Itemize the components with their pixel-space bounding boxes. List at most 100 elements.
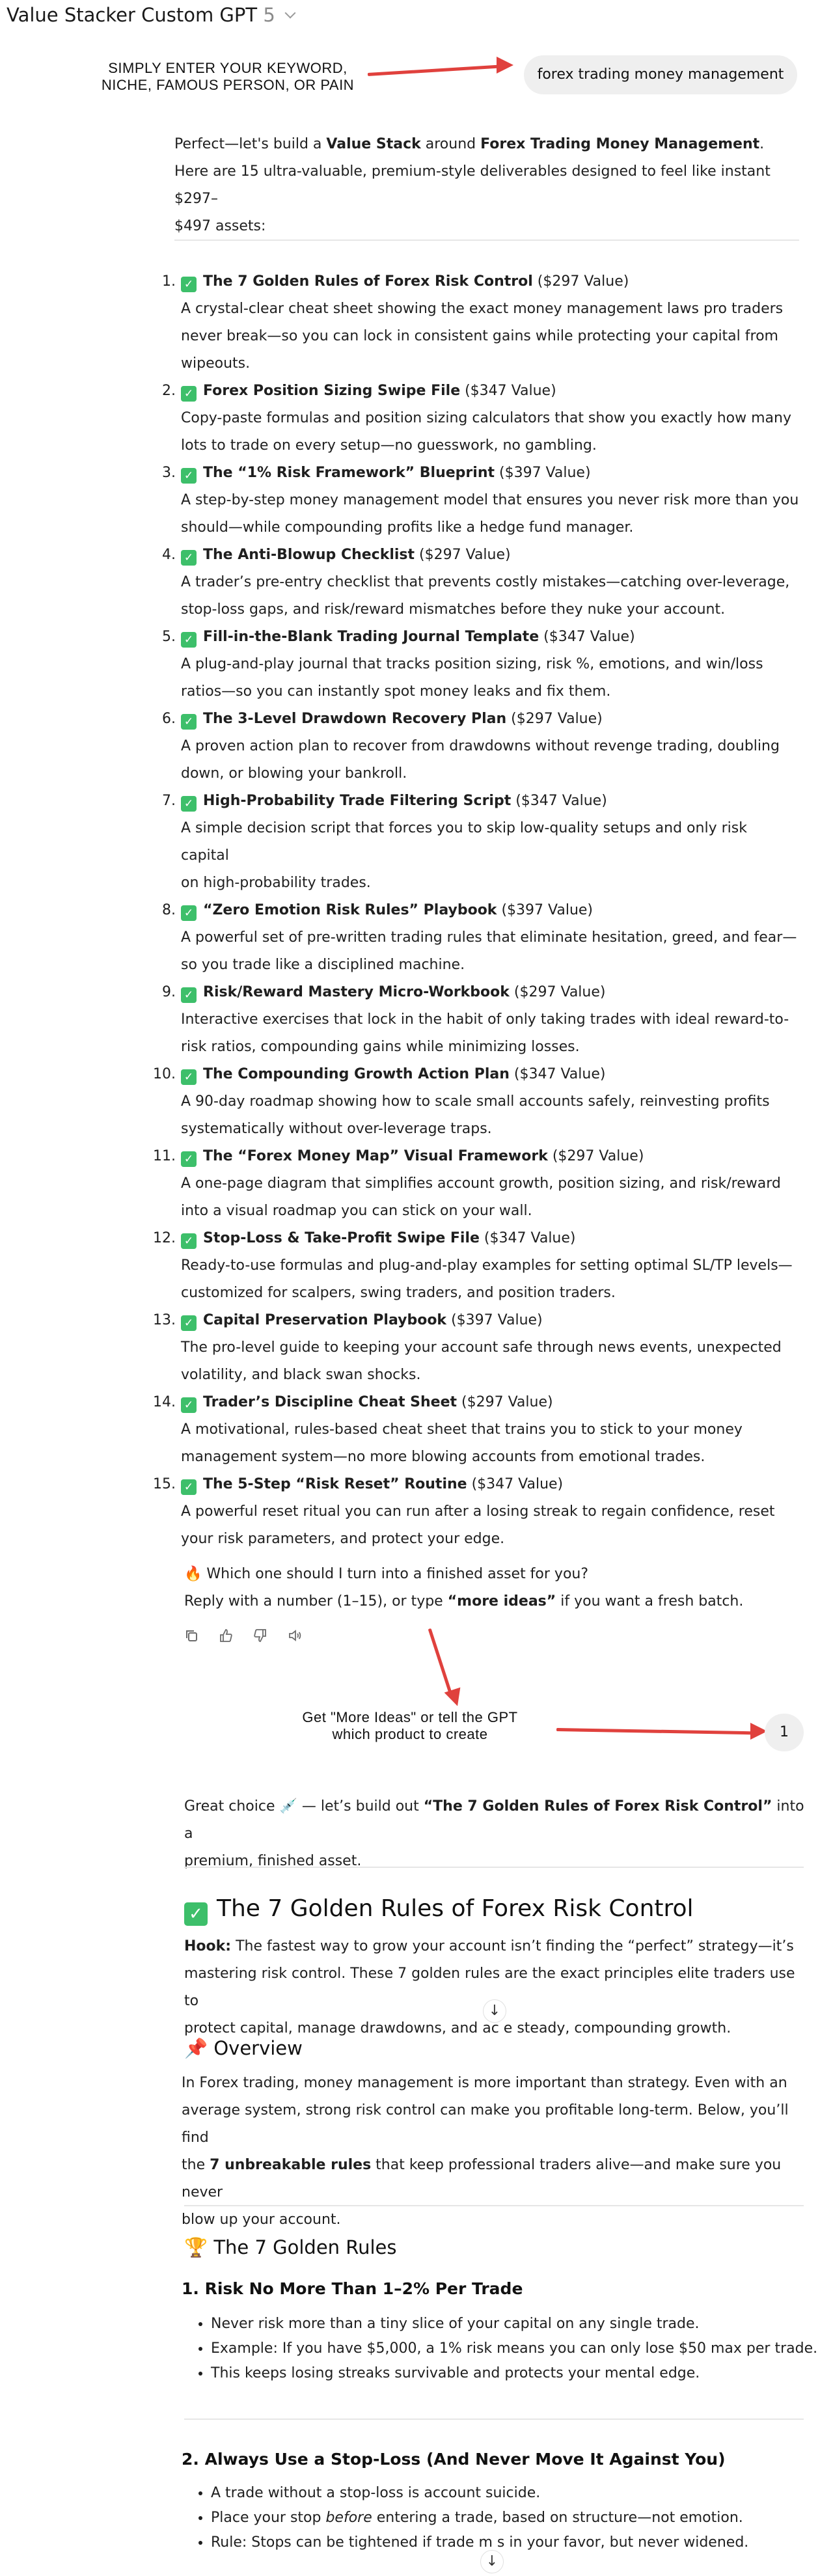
list-item: 4. ✓ The Anti-Blowup Checklist ($297 Value… bbox=[162, 541, 799, 623]
item-value: ($347 Value) bbox=[479, 1230, 576, 1246]
item-number: 12. bbox=[153, 1230, 176, 1246]
item-value: ($297 Value) bbox=[457, 1394, 553, 1410]
item-heading: 3. ✓ The “1% Risk Framework” Blueprint ($3… bbox=[162, 459, 799, 487]
annotation-line: NICHE, FAMOUS PERSON, OR PAIN bbox=[101, 77, 355, 93]
check-icon: ✓ bbox=[181, 468, 197, 484]
rule2-bullets: A trade without a stop-loss is account s… bbox=[182, 2481, 829, 2555]
asset-title-text: The 7 Golden Rules of Forex Risk Control bbox=[217, 1895, 694, 1922]
item-description: lots to trade on every setup—no guesswor… bbox=[181, 437, 597, 454]
annotation-choose-hint: Get "More Ideas" or tell the GPT which p… bbox=[286, 1709, 534, 1743]
item-description: A step-by-step money management model th… bbox=[181, 492, 799, 508]
intro-bold: Value Stack bbox=[326, 136, 421, 152]
item-title: Forex Position Sizing Swipe File bbox=[203, 383, 461, 399]
annotation-line: Get "More Ideas" or tell the GPT bbox=[302, 1709, 518, 1725]
check-icon: ✓ bbox=[181, 905, 197, 921]
check-icon: ✓ bbox=[181, 550, 197, 566]
list-item: 14. ✓ Trader’s Discipline Cheat Sheet ($29… bbox=[153, 1389, 799, 1471]
item-number: 10. bbox=[153, 1066, 176, 1082]
rule2-heading: 2. Always Use a Stop-Loss (And Never Mov… bbox=[182, 2450, 726, 2469]
item-heading: 5. ✓ Fill-in-the-Blank Trading Journal Tem… bbox=[162, 623, 799, 651]
red-arrow-3 bbox=[556, 1723, 767, 1740]
list-item: 1. ✓ The 7 Golden Rules of Forex Risk Cont… bbox=[162, 268, 799, 377]
item-description: A plug-and-play journal that tracks posi… bbox=[181, 656, 763, 672]
list-item: 7. ✓ High-Probability Trade Filtering Scri… bbox=[162, 788, 799, 897]
item-value: ($347 Value) bbox=[539, 629, 635, 645]
item-description: Interactive exercises that lock in the h… bbox=[181, 1011, 789, 1028]
item-description: stop-loss gaps, and risk/reward mismatch… bbox=[181, 601, 726, 618]
hook-label: Hook: bbox=[184, 1938, 232, 1954]
item-description: A powerful set of pre-written trading ru… bbox=[181, 929, 797, 946]
item-heading: 13. ✓ Capital Preservation Playbook ($397 … bbox=[153, 1307, 799, 1334]
speaker-icon[interactable] bbox=[288, 1628, 302, 1647]
thumbs-down-icon[interactable] bbox=[253, 1628, 267, 1647]
intro-text-run: around bbox=[420, 136, 481, 152]
item-title: The 3-Level Drawdown Recovery Plan bbox=[203, 711, 507, 727]
check-icon: ✓ bbox=[181, 714, 197, 730]
item-number: 7. bbox=[162, 793, 176, 809]
item-title: The Compounding Growth Action Plan bbox=[203, 1066, 510, 1082]
check-icon: ✓ bbox=[181, 1479, 197, 1495]
list-item: 12. ✓ Stop-Loss & Take-Profit Swipe File (… bbox=[153, 1225, 799, 1307]
item-title: Risk/Reward Mastery Micro-Workbook bbox=[203, 984, 510, 1000]
rule1-bullets: Never risk more than a tiny slice of you… bbox=[182, 2312, 829, 2386]
item-description: on high-probability trades. bbox=[181, 875, 371, 891]
copy-icon[interactable] bbox=[184, 1628, 198, 1647]
item-description: A simple decision script that forces you… bbox=[181, 820, 747, 864]
check-icon: ✓ bbox=[184, 1902, 208, 1926]
bullet-text-run: entering a trade, based on structure—not… bbox=[372, 2510, 743, 2526]
asset-title: ✓ The 7 Golden Rules of Forex Risk Contro… bbox=[184, 1895, 809, 1926]
item-description: management system—no more blowing accoun… bbox=[181, 1449, 705, 1465]
check-icon: ✓ bbox=[181, 987, 197, 1003]
list-item: 6. ✓ The 3-Level Drawdown Recovery Plan ($… bbox=[162, 706, 799, 788]
item-description: A 90-day roadmap showing how to scale sm… bbox=[181, 1093, 770, 1110]
check-icon: ✓ bbox=[181, 1315, 197, 1331]
item-heading: 6. ✓ The 3-Level Drawdown Recovery Plan ($… bbox=[162, 706, 799, 733]
choice-text-run: Great choice bbox=[184, 1798, 280, 1815]
scroll-down-button[interactable]: ↓ bbox=[483, 1999, 506, 2023]
item-description: customized for scalpers, swing traders, … bbox=[181, 1285, 616, 1301]
item-description: risk ratios, compounding gains while min… bbox=[181, 1039, 580, 1055]
list-item: 3. ✓ The “1% Risk Framework” Blueprint ($3… bbox=[162, 459, 799, 541]
item-value: ($347 Value) bbox=[509, 1066, 606, 1082]
item-heading: 8. ✓ “Zero Emotion Risk Rules” Playbook ($… bbox=[162, 897, 799, 924]
check-icon: ✓ bbox=[181, 1397, 197, 1413]
hook-line: The fastest way to grow your account isn… bbox=[231, 1938, 794, 1954]
list-item: Never risk more than a tiny slice of you… bbox=[211, 2312, 829, 2336]
item-value: ($297 Value) bbox=[415, 547, 511, 563]
rules-heading: 🏆 The 7 Golden Rules bbox=[184, 2236, 397, 2259]
item-description: wipeouts. bbox=[181, 355, 251, 372]
check-icon: ✓ bbox=[181, 1069, 197, 1085]
item-number: 6. bbox=[162, 711, 176, 727]
item-value: ($397 Value) bbox=[495, 465, 591, 481]
rules-title: The 7 Golden Rules bbox=[213, 2236, 397, 2258]
check-icon: ✓ bbox=[181, 1233, 197, 1249]
list-item: 9. ✓ Risk/Reward Mastery Micro-Workbook ($… bbox=[162, 979, 799, 1061]
user-message-bubble: forex trading money management bbox=[524, 55, 797, 94]
scroll-down-button[interactable]: ↓ bbox=[480, 2550, 504, 2573]
check-icon: ✓ bbox=[181, 632, 197, 648]
item-number: 11. bbox=[153, 1148, 176, 1164]
overview-line: In Forex trading, money management is mo… bbox=[182, 2075, 787, 2091]
divider bbox=[184, 1867, 804, 1868]
check-icon: ✓ bbox=[181, 1151, 197, 1167]
item-description: The pro-level guide to keeping your acco… bbox=[181, 1339, 782, 1356]
chevron-down-icon[interactable] bbox=[284, 7, 296, 19]
overview-title: Overview bbox=[213, 2037, 303, 2059]
thumbs-up-icon[interactable] bbox=[219, 1628, 233, 1647]
item-title: Trader’s Discipline Cheat Sheet bbox=[203, 1394, 457, 1410]
trophy-icon: 🏆 bbox=[184, 2236, 208, 2258]
intro-line: $497 assets: bbox=[174, 218, 266, 234]
gpt-title[interactable]: Value Stacker Custom GPT 5 bbox=[7, 4, 296, 26]
intro-bold: Forex Trading Money Management bbox=[480, 136, 760, 152]
item-heading: 12. ✓ Stop-Loss & Take-Profit Swipe File (… bbox=[153, 1225, 799, 1252]
list-item: Example: If you have $5,000, a 1% risk m… bbox=[211, 2336, 829, 2361]
item-number: 13. bbox=[153, 1312, 176, 1328]
item-value: ($397 Value) bbox=[497, 902, 594, 918]
item-value: ($347 Value) bbox=[467, 1476, 564, 1492]
item-description: A crystal-clear cheat sheet showing the … bbox=[181, 301, 784, 317]
item-number: 8. bbox=[162, 902, 176, 918]
bullet-italic: before bbox=[325, 2510, 372, 2526]
item-title: The Anti-Blowup Checklist bbox=[203, 547, 415, 563]
overview-bold: 7 unbreakable rules bbox=[210, 2157, 372, 2173]
item-description: your risk parameters, and protect your e… bbox=[181, 1531, 505, 1547]
